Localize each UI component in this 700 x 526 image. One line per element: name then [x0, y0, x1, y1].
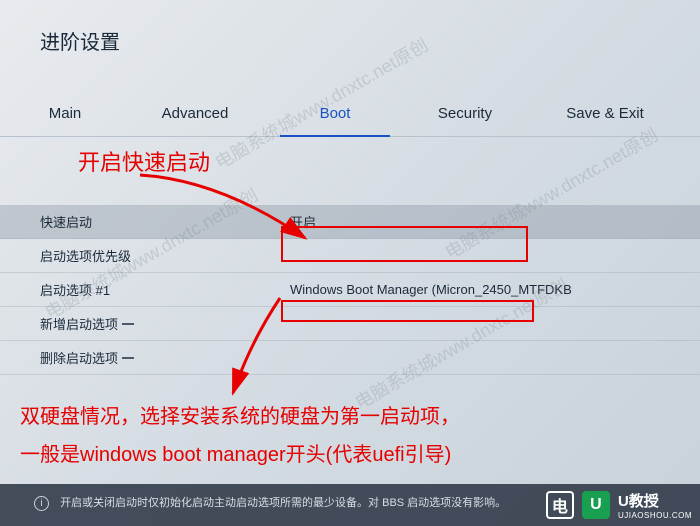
expand-icon	[122, 357, 134, 359]
annotation-dual-disk: 双硬盘情况，选择安装系统的硬盘为第一启动项， 一般是windows boot m…	[20, 398, 460, 474]
brand-logo-u: U	[582, 491, 610, 519]
row-add-boot-option[interactable]: 新增启动选项	[0, 307, 700, 341]
row-boot-priority[interactable]: 启动选项优先级	[0, 239, 700, 273]
fast-boot-value[interactable]: 开启	[290, 212, 700, 231]
boot-option-1-label: 启动选项 #1	[40, 280, 290, 299]
boot-priority-label: 启动选项优先级	[40, 246, 290, 265]
tab-boot[interactable]: Boot	[270, 91, 400, 136]
row-delete-boot-option[interactable]: 删除启动选项	[0, 341, 700, 375]
brand-url: UJIAOSHOU.COM	[618, 511, 692, 520]
boot-option-1-value[interactable]: Windows Boot Manager (Micron_2450_MTFDKB	[290, 282, 700, 297]
brand-name: U教授	[618, 490, 692, 511]
page-title: 进阶设置	[0, 0, 700, 55]
brand-logo-square: 电	[546, 491, 574, 519]
tab-save-exit[interactable]: Save & Exit	[530, 91, 680, 136]
expand-icon	[122, 323, 134, 325]
add-boot-option-label: 新增启动选项	[40, 314, 118, 333]
annotation-fast-boot: 开启快速启动	[78, 145, 210, 177]
annotation-dual-disk-line1: 双硬盘情况，选择安装系统的硬盘为第一启动项，	[20, 398, 460, 436]
info-icon: i	[34, 496, 49, 511]
row-boot-option-1[interactable]: 启动选项 #1 Windows Boot Manager (Micron_245…	[0, 273, 700, 307]
tab-bar: Main Advanced Boot Security Save & Exit	[0, 91, 700, 137]
tab-security[interactable]: Security	[400, 91, 530, 136]
brand-logo-text: U教授 UJIAOSHOU.COM	[618, 490, 692, 520]
row-fast-boot[interactable]: 快速启动 开启	[0, 205, 700, 239]
annotation-dual-disk-line2: 一般是windows boot manager开头(代表uefi引导)	[20, 436, 460, 474]
tab-advanced[interactable]: Advanced	[130, 91, 260, 136]
boot-rows: 快速启动 开启 启动选项优先级 启动选项 #1 Windows Boot Man…	[0, 205, 700, 375]
tab-main[interactable]: Main	[0, 91, 130, 136]
fast-boot-label: 快速启动	[40, 212, 290, 231]
brand-logo: 电 U U教授 UJIAOSHOU.COM	[546, 490, 692, 520]
delete-boot-option-label: 删除启动选项	[40, 348, 118, 367]
footer-help-text: 开启或关闭启动时仅初始化启动主动启动选项所需的最少设备。对 BBS 启动选项没有…	[60, 497, 506, 509]
